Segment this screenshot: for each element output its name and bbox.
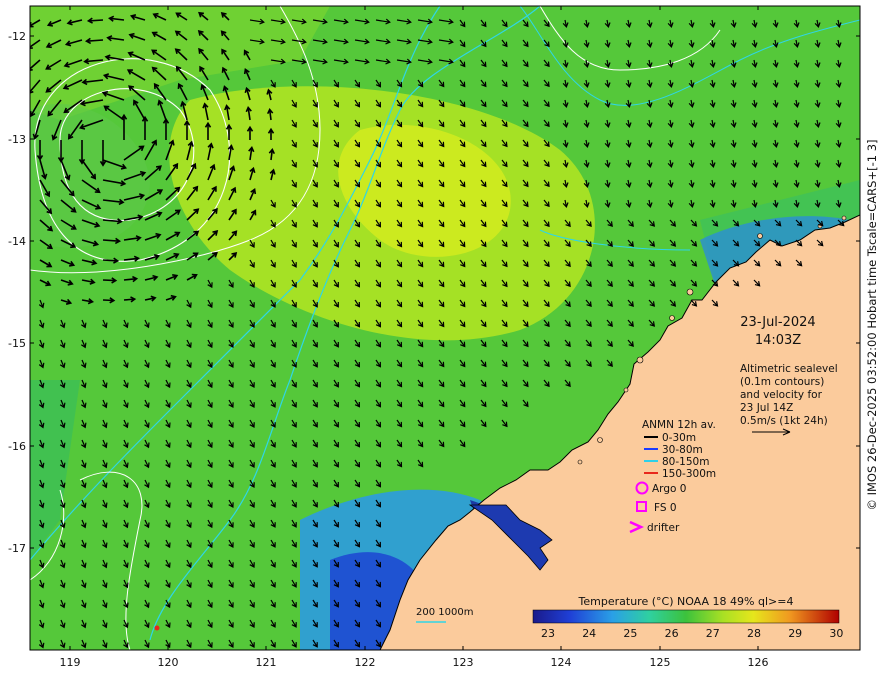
colorbar-tick-label: 30 xyxy=(829,627,843,640)
colorbar-tick-label: 29 xyxy=(788,627,802,640)
legend-label: 0-30m xyxy=(662,432,696,444)
colorbar-tick-label: 26 xyxy=(665,627,679,640)
description-line: (0.1m contours) xyxy=(740,376,824,388)
y-tick-label: -14 xyxy=(8,235,26,248)
argo-label: Argo 0 xyxy=(652,483,686,495)
colorbar-tick-label: 28 xyxy=(747,627,761,640)
y-tick-label: -15 xyxy=(8,337,26,350)
x-tick-label: 121 xyxy=(256,656,277,669)
y-tick-label: -12 xyxy=(8,30,26,43)
y-tick-label: -17 xyxy=(8,542,26,555)
x-tick-label: 119 xyxy=(60,656,81,669)
colorbar-tick-label: 25 xyxy=(623,627,637,640)
colorbar-tick-label: 23 xyxy=(541,627,555,640)
description-line: 23 Jul 14Z xyxy=(740,402,793,414)
description-line: Altimetric sealevel xyxy=(740,363,838,375)
colorbar-tick-label: 24 xyxy=(582,627,596,640)
x-tick-label: 120 xyxy=(158,656,179,669)
description-line: and velocity for xyxy=(740,389,823,401)
map-figure: -12 -13 -14 -15 -16 -17 119 120 121 122 … xyxy=(8,5,879,669)
mooring-marker xyxy=(154,625,160,631)
colorbar-tick-label: 27 xyxy=(706,627,720,640)
bathymetry-label: 200 1000m xyxy=(416,607,473,618)
x-tick-label: 122 xyxy=(355,656,376,669)
y-tick-label: -13 xyxy=(8,133,26,146)
colorbar-gradient xyxy=(532,609,840,624)
map-time: 14:03Z xyxy=(755,333,801,348)
x-tick-label: 123 xyxy=(453,656,474,669)
credit-text: © IMOS 26-Dec-2025 03:52:00 Hobart time … xyxy=(865,139,879,510)
drifter-label: drifter xyxy=(647,522,680,534)
legend-label: 80-150m xyxy=(662,456,709,468)
description-line: 0.5m/s (1kt 24h) xyxy=(740,415,828,427)
colorbar-title: Temperature (°C) NOAA 18 49% ql>=4 xyxy=(578,595,794,608)
x-tick-label: 124 xyxy=(551,656,572,669)
x-tick-label: 126 xyxy=(748,656,769,669)
x-tick-label: 125 xyxy=(650,656,671,669)
y-tick-label: -16 xyxy=(8,440,26,453)
fs-label: FS 0 xyxy=(654,502,677,514)
map-date: 23-Jul-2024 xyxy=(740,315,815,330)
map-plot-area xyxy=(30,6,860,650)
legend-label: 150-300m xyxy=(662,468,716,480)
legend-title: ANMN 12h av. xyxy=(642,419,716,431)
legend-label: 30-80m xyxy=(662,444,703,456)
